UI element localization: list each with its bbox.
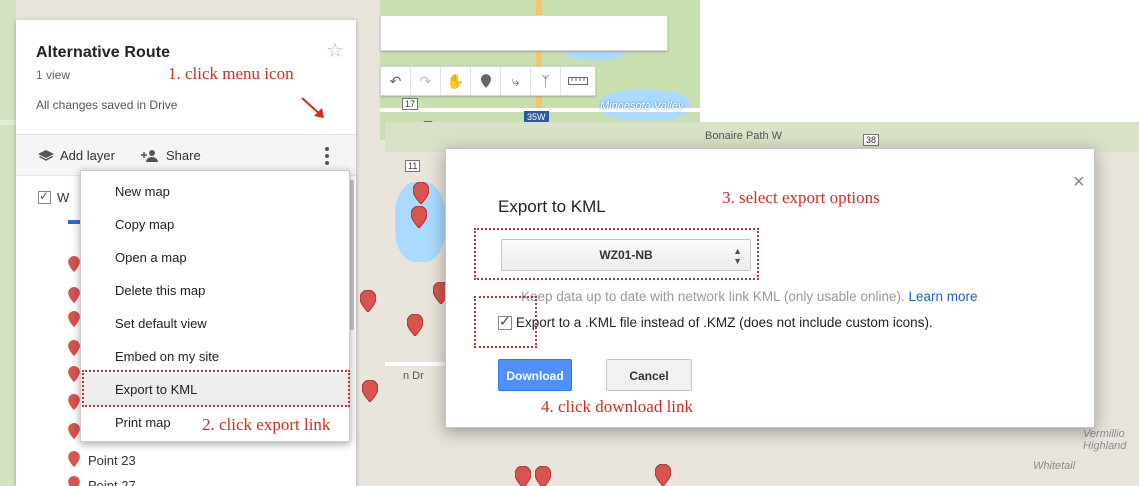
menu-item-embed[interactable]: Embed on my site	[81, 340, 349, 373]
point-marker-icon	[68, 256, 80, 272]
map-place-label: Bonaire Path W	[705, 130, 783, 142]
map-marker-icon[interactable]	[362, 380, 378, 402]
menu-item-open-map[interactable]: Open a map	[81, 241, 349, 274]
map-road	[385, 362, 445, 366]
annotation-step-1: 1. click menu icon	[168, 64, 294, 83]
map-marker-icon[interactable]	[407, 314, 423, 336]
annotation-step-3: 3. select export options	[722, 188, 880, 207]
annotation-highlight-export	[82, 370, 350, 407]
point-marker-icon	[68, 287, 80, 303]
map-place-label: Vermillio Highland	[1083, 428, 1127, 452]
more-options-icon[interactable]	[322, 145, 332, 167]
annotation-step-4: 4. click download link	[541, 397, 694, 416]
map-route-shield: 17	[402, 98, 419, 110]
add-layer-label: Add layer	[60, 148, 115, 163]
point-list-item[interactable]: Point 23	[88, 453, 136, 468]
network-link-text: Keep data up to date with network link K…	[521, 289, 905, 304]
share-button[interactable]: Share	[140, 148, 201, 163]
add-layer-button[interactable]: Add layer	[38, 148, 115, 163]
map-marker-icon[interactable]	[411, 206, 427, 228]
point-marker-icon	[68, 423, 80, 439]
map-marker-icon[interactable]	[515, 466, 531, 486]
save-status: All changes saved in Drive	[36, 98, 178, 112]
redo-icon[interactable]: ↷	[411, 67, 441, 95]
map-park	[0, 0, 16, 486]
menu-item-set-default-view[interactable]: Set default view	[81, 307, 349, 340]
map-marker-icon[interactable]	[360, 290, 376, 312]
kml-option-text: Export to a .KML file instead of .KMZ (d…	[516, 315, 933, 330]
map-toolbar: ↶ ↷ ✋ ⤷ ᛉ	[380, 66, 596, 96]
share-label: Share	[166, 148, 201, 163]
map-search-input[interactable]	[380, 15, 668, 51]
close-icon[interactable]: ×	[1073, 171, 1085, 194]
learn-more-link[interactable]: Learn more	[909, 289, 978, 304]
point-marker-icon	[68, 340, 80, 356]
directions-icon[interactable]: ᛉ	[531, 67, 561, 95]
map-place-label: Whitetail	[1033, 460, 1076, 472]
layer-visibility-checkbox[interactable]	[38, 189, 51, 204]
menu-item-copy-map[interactable]: Copy map	[81, 208, 349, 241]
draw-line-icon[interactable]: ⤷	[501, 67, 531, 95]
map-marker-icon[interactable]	[655, 464, 671, 486]
ruler-icon[interactable]	[561, 67, 595, 95]
map-route-shield: 11	[405, 160, 421, 172]
layer-name: W	[57, 190, 70, 205]
layers-icon	[38, 149, 54, 161]
map-place-label: Minnesota Valley	[600, 100, 684, 112]
star-icon[interactable]: ☆	[326, 38, 344, 63]
add-person-icon	[141, 149, 158, 162]
point-marker-icon	[68, 366, 80, 382]
menu-item-delete-map[interactable]: Delete this map	[81, 274, 349, 307]
cancel-button[interactable]: Cancel	[606, 359, 692, 391]
hand-pan-icon[interactable]: ✋	[441, 67, 471, 95]
map-marker-icon[interactable]	[413, 182, 429, 204]
annotation-step-2: 2. click export link	[202, 415, 331, 434]
point-marker-icon	[68, 394, 80, 410]
kml-option[interactable]: Export to a .KML file instead of .KMZ (d…	[498, 313, 933, 330]
annotation-arrow-icon	[301, 97, 324, 118]
map-route-shield: 38	[863, 134, 880, 146]
map-marker-icon[interactable]	[535, 466, 551, 486]
dialog-title: Export to KML	[498, 197, 606, 216]
undo-icon[interactable]: ↶	[381, 67, 411, 95]
view-count: 1 view	[36, 68, 71, 82]
map-place-label: n Dr	[403, 370, 424, 382]
annotation-highlight-select	[474, 228, 759, 280]
add-marker-icon[interactable]	[471, 67, 501, 95]
point-list-item[interactable]: Point 27	[88, 478, 136, 486]
point-marker-icon	[68, 311, 80, 327]
layer-row[interactable]: W	[38, 189, 70, 205]
point-marker-icon	[68, 451, 80, 467]
map-title[interactable]: Alternative Route	[36, 44, 170, 62]
download-button[interactable]: Download	[498, 359, 572, 391]
annotation-highlight-checkbox	[474, 296, 537, 348]
point-marker-icon	[68, 476, 80, 486]
menu-item-new-map[interactable]: New map	[81, 175, 349, 208]
network-link-option: Keep data up to date with network link K…	[521, 289, 978, 304]
